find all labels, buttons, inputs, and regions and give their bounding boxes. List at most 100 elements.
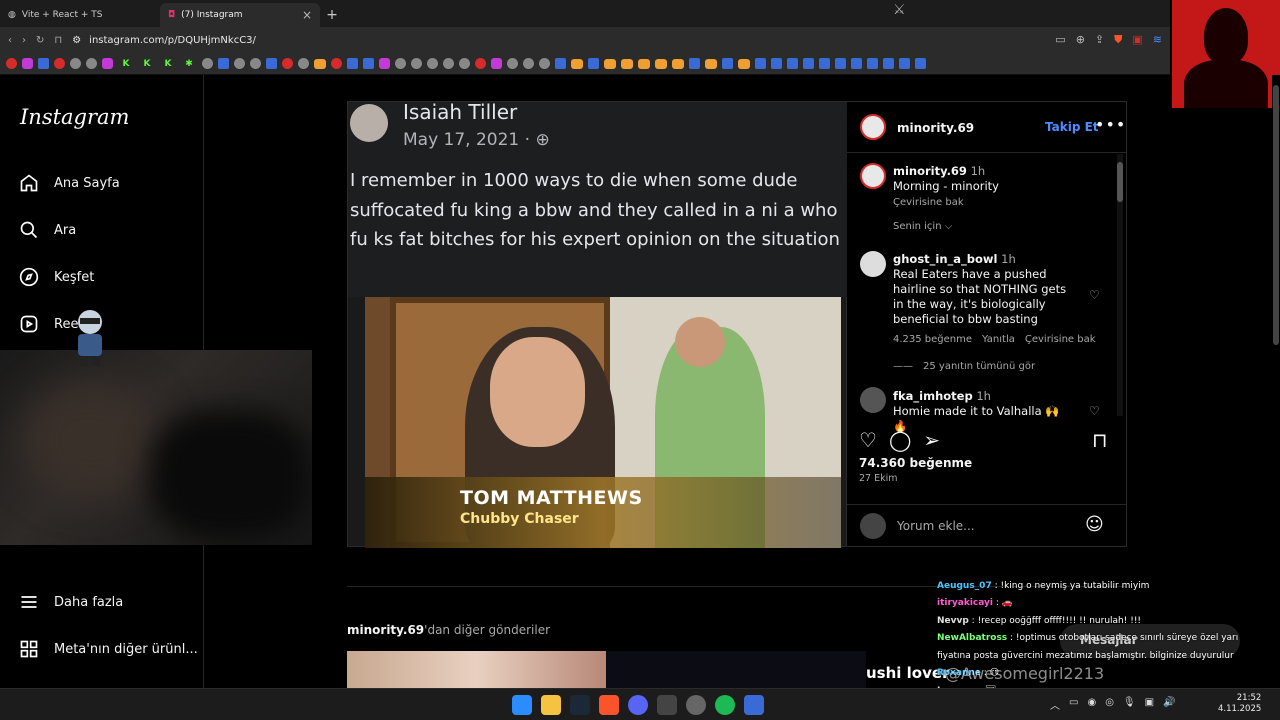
wifi-icon[interactable]: ≋ [1153, 33, 1162, 47]
brave-shield-icon[interactable]: ⛊ [1114, 33, 1122, 47]
bookmark-icon[interactable] [234, 58, 245, 69]
bookmark-icon[interactable] [604, 58, 616, 69]
steam-bookmark-icon[interactable] [883, 58, 894, 69]
more-post-thumbnail[interactable] [606, 651, 866, 688]
site-info-icon[interactable]: ⚙ [72, 35, 81, 46]
discord-icon[interactable] [628, 695, 648, 715]
display-icon[interactable]: ▣ [1145, 697, 1154, 712]
kick-bookmark-icon[interactable]: K [118, 57, 134, 71]
bookmark-icon[interactable] [571, 58, 583, 69]
bookmark-icon[interactable] [672, 58, 684, 69]
bookmark-icon[interactable] [621, 58, 633, 69]
comment-username[interactable]: ghost_in_a_bowl [893, 252, 998, 266]
bookmark-icon[interactable] [202, 58, 213, 69]
scrollbar-thumb[interactable] [1273, 85, 1279, 345]
share-icon[interactable]: ⇪ [1095, 33, 1104, 47]
post-media[interactable]: Isaiah Tiller May 17, 2021 · ⊕ I remembe… [347, 100, 848, 548]
bookmark-icon[interactable]: ⊓ [54, 35, 62, 46]
drive-bookmark-icon[interactable] [70, 58, 81, 69]
steam-bookmark-icon[interactable] [899, 58, 910, 69]
emoji-icon[interactable]: ☺ [1085, 514, 1104, 535]
close-tab-icon[interactable]: × [302, 8, 312, 22]
comment-input[interactable]: Yorum ekle... [897, 519, 975, 533]
bookmark-icon[interactable] [86, 58, 97, 69]
bookmark-icon[interactable] [638, 58, 650, 69]
tray-icon[interactable]: ▭ [1069, 697, 1078, 712]
cast-icon[interactable]: ▭ [1055, 33, 1065, 47]
forward-icon[interactable]: › [22, 35, 26, 46]
bookmark-icon[interactable] [218, 58, 229, 69]
caption-username[interactable]: minority.69 [893, 164, 967, 178]
bookmark-icon[interactable] [411, 58, 422, 69]
sidebar-item-explore[interactable]: Keşfet [18, 266, 94, 288]
bookmark-icon[interactable] [38, 58, 49, 69]
steam-bookmark-icon[interactable] [588, 58, 599, 69]
sort-comments-button[interactable]: Senin için ⌵ [893, 221, 952, 232]
steam-icon[interactable] [570, 695, 590, 715]
kick-bookmark-icon[interactable]: K [160, 57, 176, 71]
spotify-icon[interactable] [715, 695, 735, 715]
steam-bookmark-icon[interactable] [755, 58, 766, 69]
app-icon[interactable] [744, 695, 764, 715]
instagram-logo[interactable]: Instagram [20, 105, 129, 129]
kick-bookmark-icon[interactable]: K [139, 57, 155, 71]
address-bar[interactable]: ⚙ instagram.com/p/DQUHjmNkcC3/ [72, 30, 1046, 50]
zoom-icon[interactable]: ⊕ [1076, 33, 1085, 47]
x-bookmark-icon[interactable] [250, 58, 261, 69]
commenter-avatar[interactable] [860, 387, 886, 413]
bookmark-icon[interactable] [475, 58, 486, 69]
gmail-bookmark-icon[interactable] [54, 58, 65, 69]
like-comment-icon[interactable]: ♡ [1089, 404, 1100, 418]
page-scrollbar[interactable] [1272, 75, 1280, 688]
steam-bookmark-icon[interactable] [689, 58, 700, 69]
bookmark-icon[interactable] [705, 58, 717, 69]
bookmark-icon[interactable] [738, 58, 750, 69]
steam-bookmark-icon[interactable] [555, 58, 566, 69]
kick-bookmark-icon[interactable]: ✱ [181, 57, 197, 71]
author-avatar[interactable] [860, 114, 886, 140]
sidebar-item-more[interactable]: Daha fazla [18, 591, 123, 613]
comment-icon[interactable]: ◯ [889, 428, 911, 452]
translate-link[interactable]: Çevirisine bak [893, 197, 964, 208]
like-comment-icon[interactable]: ♡ [1089, 288, 1100, 302]
steam-bookmark-icon[interactable] [771, 58, 782, 69]
extension-icon[interactable]: ▣ [1132, 33, 1142, 47]
share-icon[interactable]: ➢ [923, 428, 940, 452]
steam-bookmark-icon[interactable] [787, 58, 798, 69]
steam-tray-icon[interactable]: ◎ [1105, 697, 1114, 712]
bookmark-icon[interactable] [427, 58, 438, 69]
tab-vite[interactable]: ◍ Vite + React + TS [0, 3, 160, 27]
author-username[interactable]: minority.69 [897, 121, 974, 135]
tray-icon[interactable]: ◉ [1087, 697, 1096, 712]
scrollbar-thumb[interactable] [1117, 162, 1123, 202]
chevron-up-icon[interactable]: ︿ [1050, 697, 1060, 712]
commenter-avatar[interactable] [860, 251, 886, 277]
back-icon[interactable]: ‹ [8, 35, 12, 46]
bookmark-icon[interactable] [443, 58, 454, 69]
steam-bookmark-icon[interactable] [803, 58, 814, 69]
steam-bookmark-icon[interactable] [835, 58, 846, 69]
bookmark-icon[interactable] [507, 58, 518, 69]
folder-bookmark-icon[interactable] [539, 58, 550, 69]
instagram-bookmark-icon[interactable] [22, 58, 33, 69]
obs-icon[interactable] [686, 695, 706, 715]
bookmark-icon[interactable] [395, 58, 406, 69]
steam-bookmark-icon[interactable] [722, 58, 733, 69]
sidebar-item-search[interactable]: Ara [18, 219, 76, 241]
amazon-bookmark-icon[interactable] [314, 58, 326, 69]
start-icon[interactable] [512, 695, 532, 715]
bookmark-icon[interactable] [363, 58, 374, 69]
steam-bookmark-icon[interactable] [915, 58, 926, 69]
bookmark-icon[interactable] [266, 58, 277, 69]
bookmark-icon[interactable] [379, 58, 390, 69]
volume-icon[interactable]: 🔊 [1163, 697, 1175, 712]
brave-icon[interactable] [599, 695, 619, 715]
youtube-bookmark-icon[interactable] [6, 58, 17, 69]
steam-bookmark-icon[interactable] [819, 58, 830, 69]
taskbar-clock[interactable]: 21:52 4.11.2025 [1218, 693, 1261, 715]
more-options-icon[interactable]: ••• [1095, 115, 1126, 134]
more-post-thumbnail[interactable] [347, 651, 606, 688]
reply-button[interactable]: Yanıtla [982, 334, 1015, 345]
bookmark-icon[interactable] [523, 58, 534, 69]
steam-bookmark-icon[interactable] [867, 58, 878, 69]
